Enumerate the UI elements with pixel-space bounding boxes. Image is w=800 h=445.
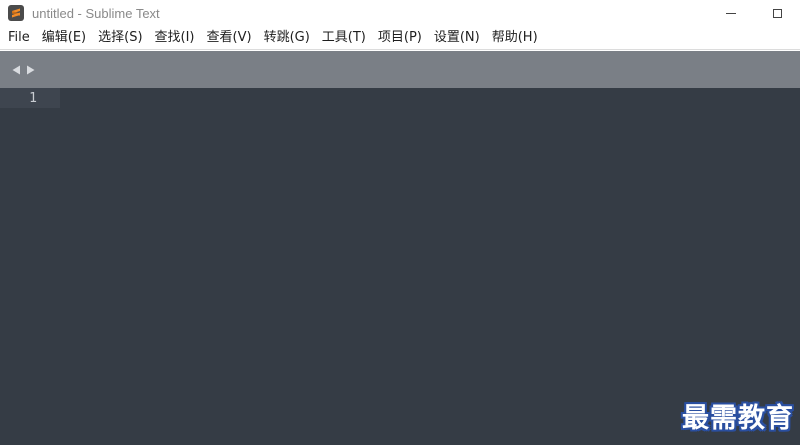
current-line-highlight: 1 bbox=[0, 88, 60, 108]
minimize-button[interactable] bbox=[708, 0, 754, 26]
watermark: 最需教育 bbox=[682, 403, 794, 434]
menu-edit[interactable]: 编辑(E) bbox=[36, 27, 92, 49]
text-area[interactable] bbox=[60, 88, 800, 445]
window-title: untitled - Sublime Text bbox=[32, 5, 160, 21]
menu-bar: File 编辑(E) 选择(S) 查找(I) 查看(V) 转跳(G) 工具(T)… bbox=[0, 26, 800, 50]
menu-preferences[interactable]: 设置(N) bbox=[428, 27, 486, 49]
minimize-icon bbox=[726, 12, 736, 14]
line-number: 1 bbox=[29, 90, 37, 106]
maximize-icon bbox=[772, 8, 782, 18]
tab-bar bbox=[0, 51, 800, 88]
menu-find[interactable]: 查找(I) bbox=[149, 27, 201, 49]
triangle-left-icon[interactable] bbox=[10, 63, 22, 77]
menu-project[interactable]: 项目(P) bbox=[372, 27, 428, 49]
maximize-button[interactable] bbox=[754, 0, 800, 26]
menu-file[interactable]: File bbox=[2, 27, 36, 49]
line-number-gutter: 1 bbox=[0, 88, 60, 445]
menu-tools[interactable]: 工具(T) bbox=[316, 27, 372, 49]
menu-view[interactable]: 查看(V) bbox=[201, 27, 258, 49]
triangle-right-icon[interactable] bbox=[24, 63, 36, 77]
menu-selection[interactable]: 选择(S) bbox=[92, 27, 148, 49]
editor-area[interactable]: 1 bbox=[0, 88, 800, 445]
title-bar: untitled - Sublime Text bbox=[0, 0, 800, 26]
menu-help[interactable]: 帮助(H) bbox=[486, 27, 544, 49]
sublime-text-icon bbox=[8, 5, 24, 21]
window-controls bbox=[708, 0, 800, 26]
menu-goto[interactable]: 转跳(G) bbox=[258, 27, 316, 49]
